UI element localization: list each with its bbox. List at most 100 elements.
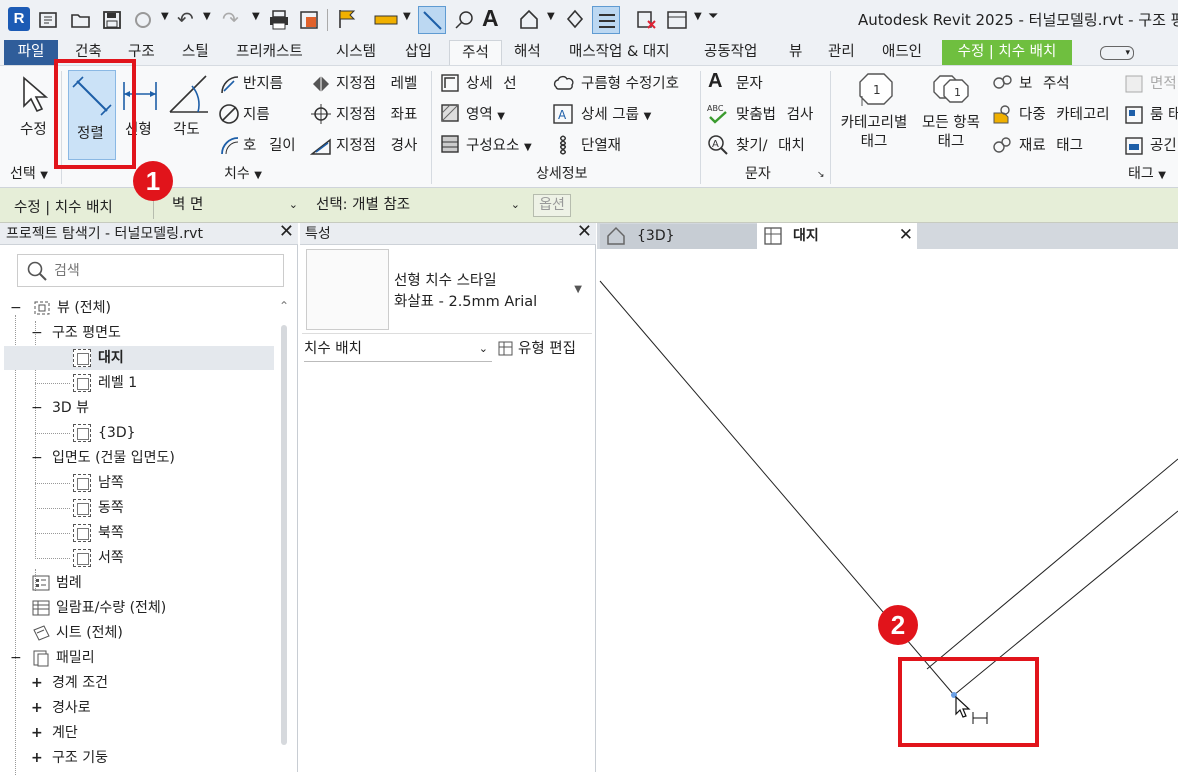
area-tag-button[interactable]: 면적 <box>1150 75 1178 93</box>
collapse-icon[interactable]: − <box>10 299 22 317</box>
select-panel-title[interactable]: 선택 ▼ <box>10 163 48 183</box>
arc-length-button[interactable]: 호 길이 <box>243 137 296 155</box>
customize-qat-icon[interactable]: ⏷ <box>708 9 718 24</box>
angular-dimension-button[interactable]: 각도 <box>173 121 200 139</box>
save-icon[interactable] <box>102 10 122 30</box>
spot-elevation-button[interactable]: 지정점 레벨 <box>336 75 417 93</box>
view-tab-site[interactable]: 대지 ✕ <box>757 223 917 249</box>
search-field[interactable] <box>17 254 284 287</box>
close-icon[interactable]: ✕ <box>577 221 592 243</box>
view-dropdown-icon[interactable]: ▼ <box>547 11 555 22</box>
tree-item-north[interactable]: 북쪽 <box>98 524 124 542</box>
region-button[interactable]: 영역 ▼ <box>466 106 505 126</box>
tag-by-category-button[interactable]: 카테고리별 태그 <box>836 114 912 152</box>
tab-file[interactable]: 파일 <box>4 40 58 65</box>
home-icon[interactable] <box>38 10 58 30</box>
tree-item-families[interactable]: 패밀리 <box>56 649 95 667</box>
tree-item-stairs[interactable]: 계단 <box>52 724 78 742</box>
insulation-button[interactable]: 단열재 <box>581 137 621 155</box>
tab-insert[interactable]: 삽입 <box>405 40 432 65</box>
tree-item-legends[interactable]: 범례 <box>56 574 82 592</box>
tree-scrollbar[interactable]: ⌃ <box>278 297 292 772</box>
collapse-icon[interactable]: − <box>31 399 43 417</box>
switch-dropdown-icon[interactable]: ▼ <box>694 11 702 22</box>
find-replace-button[interactable]: 찾기/ 대치 <box>736 137 805 155</box>
sync-dropdown-icon[interactable]: ▼ <box>161 11 169 22</box>
flag-icon[interactable] <box>336 8 358 30</box>
spelling-button[interactable]: 맞춤법 검사 <box>736 106 813 124</box>
export-icon[interactable] <box>298 9 320 31</box>
close-icon[interactable]: ✕ <box>279 221 294 243</box>
tree-item-structural-columns[interactable]: 구조 기둥 <box>52 749 108 767</box>
expand-icon[interactable]: + <box>31 674 43 692</box>
expand-icon[interactable]: + <box>31 724 43 742</box>
tab-annotate[interactable]: 주석 <box>449 40 502 66</box>
redo-icon[interactable]: ↷ <box>222 7 239 31</box>
tree-item-level-1[interactable]: 레벨 1 <box>98 374 137 392</box>
tab-view[interactable]: 뷰 <box>789 40 802 65</box>
tag-qat-icon[interactable] <box>452 9 474 31</box>
tree-item-3d-views[interactable]: 3D 뷰 <box>52 399 89 417</box>
aligned-dimension-qat-icon[interactable] <box>418 6 446 34</box>
section-icon[interactable] <box>564 8 586 30</box>
text-button[interactable]: 문자 <box>736 75 763 93</box>
tab-addins[interactable]: 애드인 <box>882 40 922 65</box>
reference-dropdown[interactable]: 벽 면 ⌄ <box>166 193 302 217</box>
tab-precast[interactable]: 프리캐스트 <box>236 40 303 65</box>
collapse-icon[interactable]: − <box>31 449 43 467</box>
measure-dropdown-icon[interactable]: ▼ <box>403 11 411 22</box>
pick-dropdown[interactable]: 선택: 개별 참조 ⌄ <box>310 193 526 217</box>
detail-line-button[interactable]: 상세 선 <box>466 75 517 93</box>
instance-filter-dropdown[interactable]: 치수 배치 ⌄ <box>304 336 492 362</box>
search-input[interactable] <box>54 261 274 281</box>
undo-dropdown-icon[interactable]: ▼ <box>203 11 211 22</box>
tree-item-boundary-conditions[interactable]: 경계 조건 <box>52 674 108 692</box>
tab-analyze[interactable]: 해석 <box>514 40 541 65</box>
spot-slope-button[interactable]: 지정점 경사 <box>336 137 417 155</box>
space-tag-button[interactable]: 공긴 <box>1150 137 1178 155</box>
type-dropdown-icon[interactable]: ▼ <box>574 284 582 295</box>
tag-all-button[interactable]: 모든 항목 태그 <box>916 114 986 152</box>
tab-manage[interactable]: 관리 <box>828 40 855 65</box>
scroll-up-icon[interactable]: ⌃ <box>279 299 289 313</box>
tree-item-ramps[interactable]: 경사로 <box>52 699 91 717</box>
close-icon[interactable]: ✕ <box>899 222 913 248</box>
collapse-icon[interactable]: − <box>10 649 22 667</box>
view-tab-3d[interactable]: {3D} <box>600 224 757 249</box>
diameter-dimension-button[interactable]: 지름 <box>243 106 270 124</box>
tree-item-site[interactable]: 대지 <box>98 349 124 367</box>
tree-item-views[interactable]: 뷰 (전체) <box>57 299 111 317</box>
detail-group-button[interactable]: 상세 그룹 ▼ <box>581 106 651 126</box>
beam-annotation-button[interactable]: 보 주석 <box>1019 75 1070 93</box>
open-icon[interactable] <box>70 10 92 30</box>
expand-icon[interactable]: + <box>31 699 43 717</box>
options-button[interactable]: 옵션 <box>533 194 571 217</box>
tree-item-3d[interactable]: {3D} <box>98 424 136 442</box>
thin-lines-icon[interactable] <box>592 6 620 34</box>
panel-visibility-toggle[interactable]: ▾ <box>1100 46 1134 60</box>
collapse-icon[interactable]: − <box>31 324 43 342</box>
default-3d-icon[interactable] <box>518 8 540 30</box>
tree-item-elevations[interactable]: 입면도 (건물 입면도) <box>52 449 175 467</box>
material-tag-button[interactable]: 재료 태그 <box>1019 137 1083 155</box>
spot-coordinate-button[interactable]: 지정점 좌표 <box>336 106 417 124</box>
expand-icon[interactable]: + <box>31 749 43 767</box>
component-button[interactable]: 구성요소 ▼ <box>466 137 532 157</box>
sync-icon[interactable] <box>132 10 154 30</box>
revision-cloud-button[interactable]: 구름형 수정기호 <box>581 75 679 93</box>
drawing-canvas[interactable] <box>597 249 1178 772</box>
tab-systems[interactable]: 시스템 <box>336 40 376 65</box>
redo-dropdown-icon[interactable]: ▼ <box>252 11 260 22</box>
scroll-thumb[interactable] <box>281 325 287 745</box>
tree-item-structural-plans[interactable]: 구조 평면도 <box>52 324 121 342</box>
dimension-panel-title[interactable]: 치수 ▼ <box>224 163 262 183</box>
undo-icon[interactable]: ↶ <box>177 7 194 31</box>
room-tag-button[interactable]: 룸 태 <box>1150 106 1178 124</box>
print-icon[interactable] <box>268 9 290 31</box>
tab-steel[interactable]: 스틸 <box>182 40 209 65</box>
tree-item-schedules[interactable]: 일람표/수량 (전체) <box>56 599 166 617</box>
multi-category-button[interactable]: 다중 카테고리 <box>1019 106 1110 124</box>
tab-massing-site[interactable]: 매스작업 & 대지 <box>569 40 670 65</box>
radial-dimension-button[interactable]: 반지름 <box>243 75 283 93</box>
tree-item-south[interactable]: 남쪽 <box>98 474 124 492</box>
